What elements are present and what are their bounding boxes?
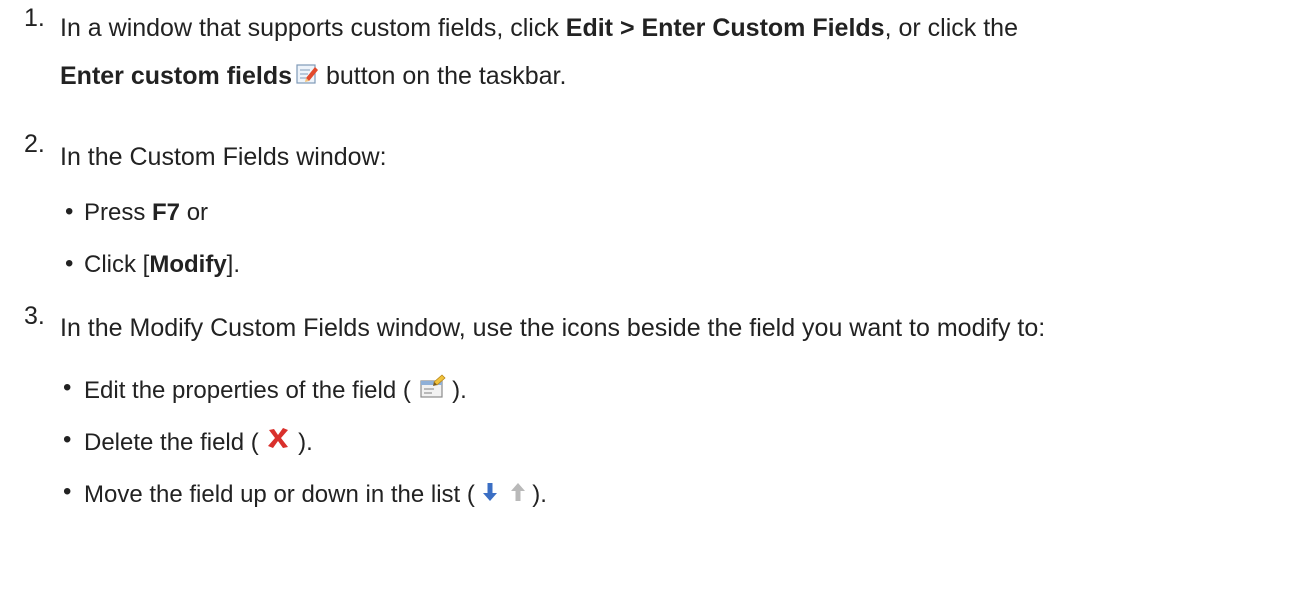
step-1-text-a: In a window that supports custom fields,…: [60, 14, 566, 42]
arrow-up-icon: [510, 481, 526, 503]
bullet-dot: •: [63, 478, 72, 505]
step-1-line-1: In a window that supports custom fields,…: [60, 16, 1018, 41]
step-1-text-c: button on the taskbar.: [319, 62, 567, 90]
bullet-text: ).: [445, 377, 467, 404]
bullet-text: Edit the properties of the field (: [84, 377, 418, 404]
step-2-number: 2.: [24, 130, 45, 158]
step-1-line-2: Enter custom fields button on the taskba…: [60, 64, 566, 89]
delete-x-icon: [265, 425, 291, 451]
arrow-down-icon: [482, 481, 498, 503]
help-document: 1. In a window that supports custom fiel…: [0, 0, 1304, 600]
step-3-bullet-2: Delete the field ( ).: [84, 427, 313, 456]
step-2-text: In the Custom Fields window:: [60, 143, 387, 171]
bullet-dot: •: [65, 198, 74, 225]
bullet-text: ).: [525, 481, 547, 508]
step-1-text-b: , or click the: [884, 14, 1018, 42]
field-properties-icon: [418, 374, 446, 400]
bullet-text: ].: [226, 251, 241, 278]
enter-custom-fields-label: Enter custom fields: [60, 62, 292, 90]
bullet-dot: •: [63, 426, 72, 453]
bullet-text: or: [180, 199, 209, 226]
step-3-bullet-3: Move the field up or down in the list ( …: [84, 483, 547, 507]
key-f7: F7: [152, 199, 181, 226]
step-3-bullet-1: Edit the properties of the field ( ).: [84, 374, 467, 404]
bullet-text: Click [: [84, 251, 150, 278]
edit-pencil-icon: [295, 62, 319, 86]
bullet-dot: •: [63, 374, 72, 401]
bullet-text: Move the field up or down in the list (: [84, 481, 482, 508]
step-3-number: 3.: [24, 302, 45, 330]
bullet-text: Press: [84, 199, 153, 226]
bullet-text: Delete the field (: [84, 429, 266, 456]
step-2-bullet-2: Click [Modify].: [84, 253, 240, 277]
bullet-text: ).: [291, 429, 313, 456]
step-2-bullet-1: Press F7 or: [84, 201, 208, 225]
step-1-number: 1.: [24, 4, 45, 32]
step-3-text: In the Modify Custom Fields window, use …: [60, 314, 1046, 342]
bullet-dot: •: [65, 250, 74, 277]
modify-button-label: Modify: [149, 251, 227, 278]
menu-path-edit-enter-custom-fields: Edit > Enter Custom Fields: [565, 14, 885, 42]
